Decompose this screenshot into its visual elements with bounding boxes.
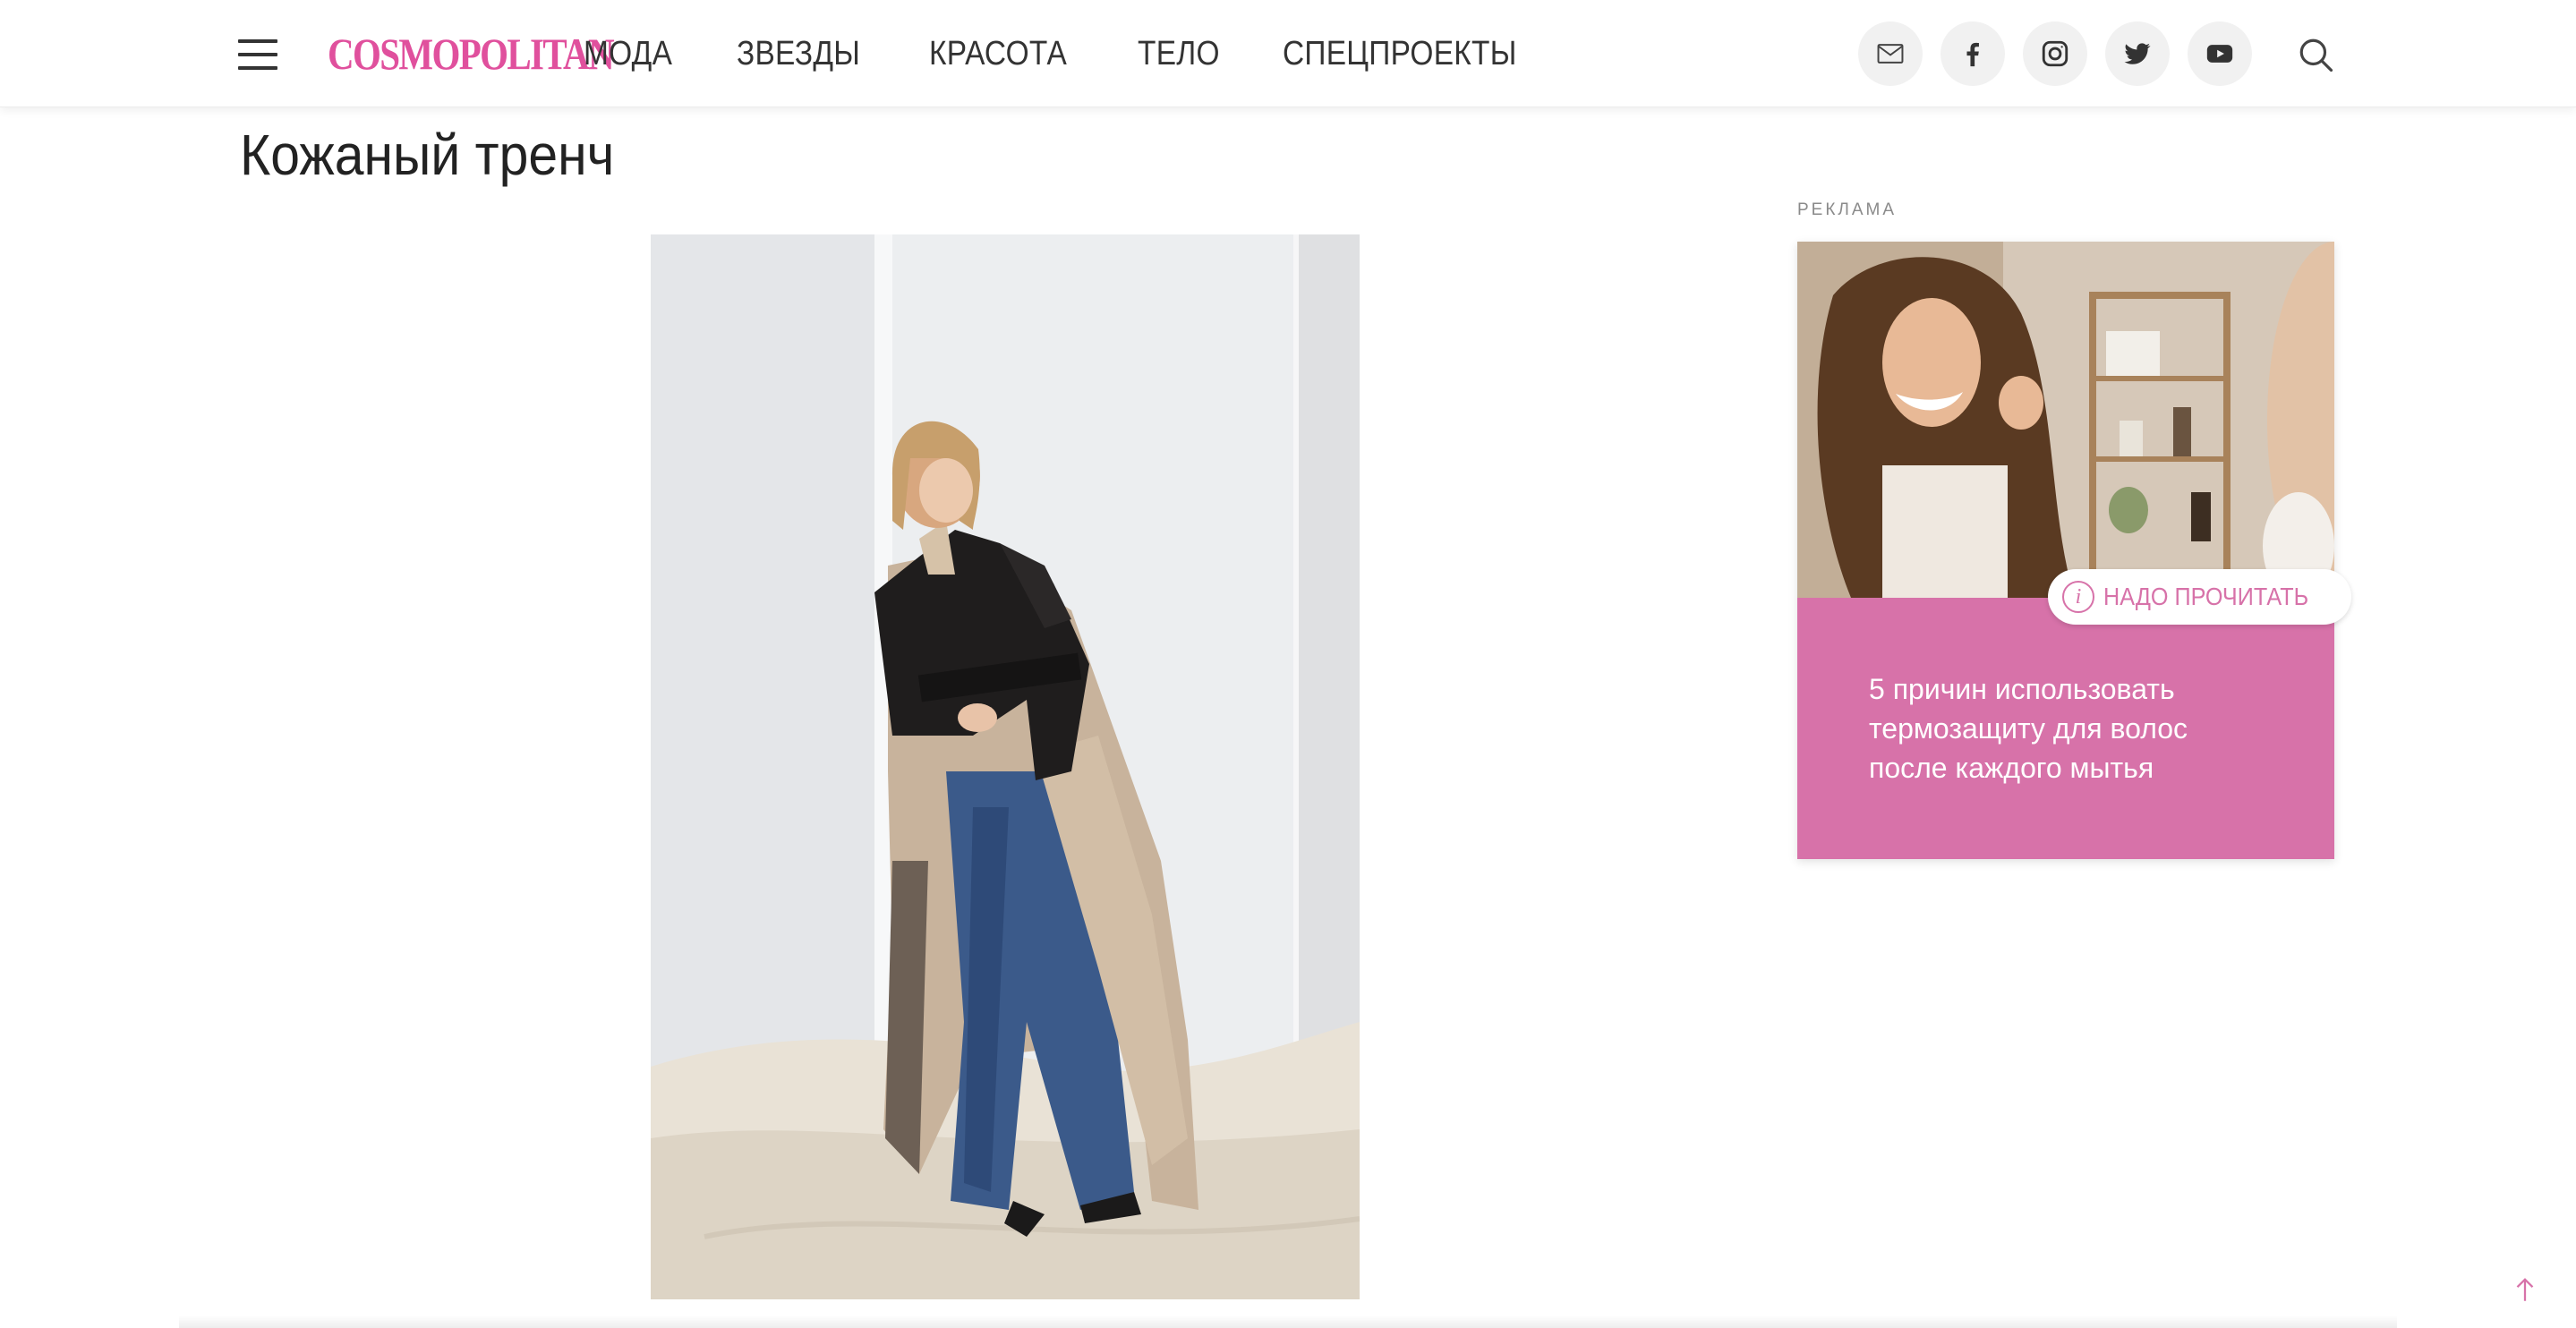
nav-item-specproekty[interactable]: СПЕЦПРОЕКТЫ (1283, 35, 1517, 73)
youtube-icon[interactable] (2188, 21, 2252, 86)
hamburger-icon[interactable] (238, 39, 277, 70)
nav-item-moda[interactable]: МОДА (584, 35, 672, 73)
ad-headline[interactable]: 5 причин использовать термозащиту для во… (1869, 669, 2263, 787)
site-header: COSMOPOLITAN МОДА ЗВЕЗДЫ КРАСОТА ТЕЛО СП… (0, 0, 2576, 107)
nav-item-krasota[interactable]: КРАСОТА (929, 35, 1067, 73)
main-nav: МОДА ЗВЕЗДЫ КРАСОТА ТЕЛО СПЕЦПРОЕКТЫ (584, 30, 1548, 77)
site-logo[interactable]: COSMOPOLITAN (328, 27, 615, 81)
nav-item-zvezdy[interactable]: ЗВЕЗДЫ (737, 35, 860, 73)
read-badge[interactable]: i НАДО ПРОЧИТАТЬ (2048, 569, 2351, 625)
ad-text-panel: 5 причин использовать термозащиту для во… (1797, 598, 2334, 859)
ad-label: РЕКЛАМА (1797, 200, 1898, 219)
nav-item-telo[interactable]: ТЕЛО (1138, 35, 1220, 73)
twitter-icon[interactable] (2105, 21, 2170, 86)
bottom-shadow (179, 1315, 2397, 1328)
social-links (1858, 21, 2252, 86)
page-title: Кожаный тренч (240, 123, 615, 187)
read-badge-label: НАДО ПРОЧИТАТЬ (2103, 583, 2309, 610)
ad-card[interactable]: 5 причин использовать термозащиту для во… (1797, 242, 2334, 859)
mail-icon[interactable] (1858, 21, 1923, 86)
search-icon[interactable] (2297, 36, 2334, 73)
facebook-icon[interactable] (1941, 21, 2005, 86)
info-icon: i (2062, 581, 2094, 613)
article-photo (651, 234, 1360, 1299)
ad-image (1797, 242, 2334, 598)
instagram-icon[interactable] (2023, 21, 2087, 86)
arrow-up-icon[interactable] (2510, 1274, 2540, 1305)
